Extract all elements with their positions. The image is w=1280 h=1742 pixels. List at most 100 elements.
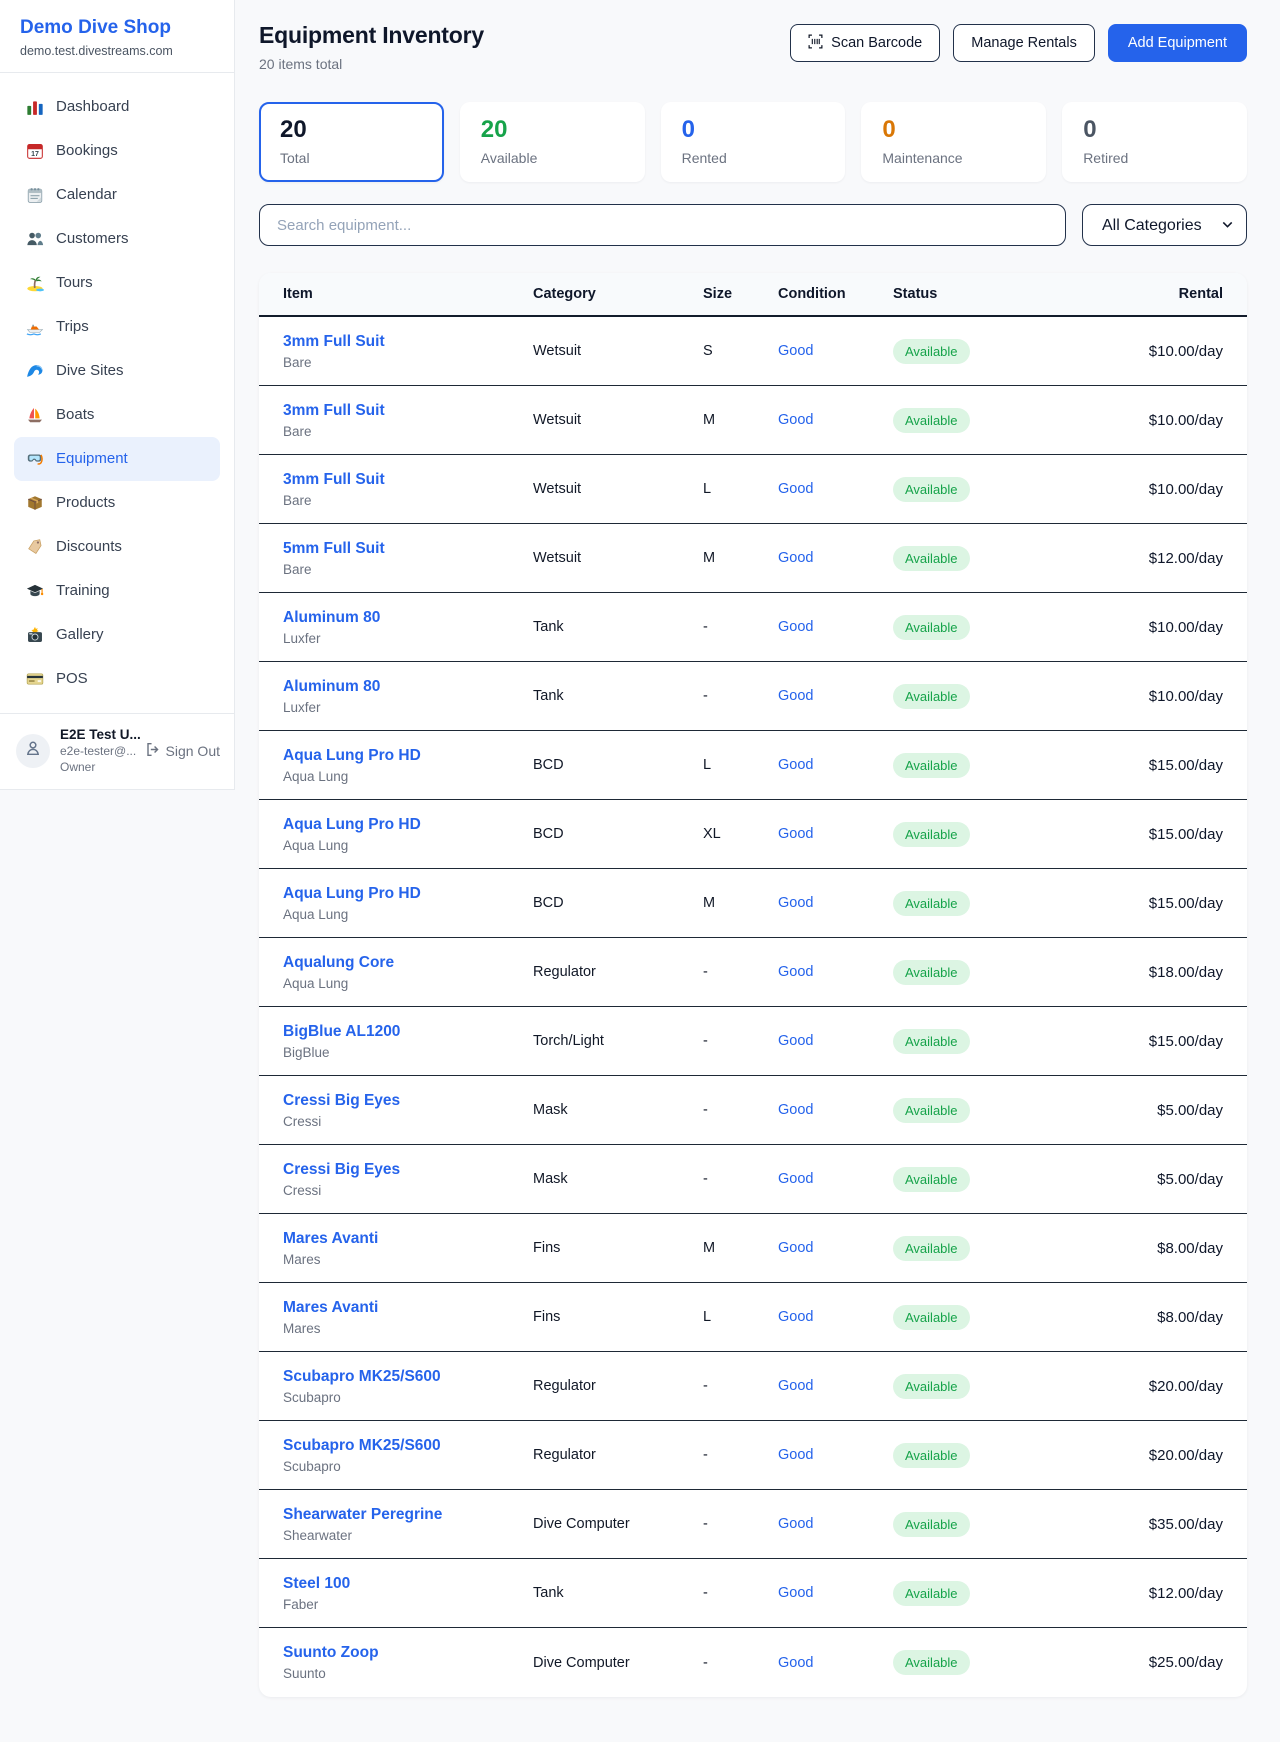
item-condition-link[interactable]: Good	[778, 343, 893, 359]
table-row[interactable]: Cressi Big Eyes Cressi Mask - Good Avail…	[259, 1076, 1247, 1145]
item-name-link[interactable]: Aqua Lung Pro HD	[283, 747, 533, 765]
item-condition-link[interactable]: Good	[778, 1447, 893, 1463]
item-condition-link[interactable]: Good	[778, 688, 893, 704]
item-name-link[interactable]: Aqualung Core	[283, 954, 533, 972]
item-condition-link[interactable]: Good	[778, 895, 893, 911]
table-row[interactable]: 3mm Full Suit Bare Wetsuit S Good Availa…	[259, 317, 1247, 386]
stat-card-total[interactable]: 20 Total	[259, 102, 444, 182]
sidebar-item-trips[interactable]: Trips	[14, 305, 220, 349]
item-name-link[interactable]: Mares Avanti	[283, 1230, 533, 1248]
table-row[interactable]: 3mm Full Suit Bare Wetsuit M Good Availa…	[259, 386, 1247, 455]
table-row[interactable]: Aqua Lung Pro HD Aqua Lung BCD XL Good A…	[259, 800, 1247, 869]
item-condition-link[interactable]: Good	[778, 1585, 893, 1601]
table-row[interactable]: Cressi Big Eyes Cressi Mask - Good Avail…	[259, 1145, 1247, 1214]
table-row[interactable]: Mares Avanti Mares Fins M Good Available…	[259, 1214, 1247, 1283]
sidebar-item-pos[interactable]: POS	[14, 657, 220, 701]
status-cell: Available	[893, 546, 1038, 571]
item-name-link[interactable]: Cressi Big Eyes	[283, 1161, 533, 1179]
column-header-condition: Condition	[778, 286, 893, 302]
item-category: Tank	[533, 1585, 703, 1601]
item-name-link[interactable]: Shearwater Peregrine	[283, 1506, 533, 1524]
sidebar-item-products[interactable]: Products	[14, 481, 220, 525]
brand-name[interactable]: Demo Dive Shop	[20, 17, 214, 39]
table-row[interactable]: Aluminum 80 Luxfer Tank - Good Available…	[259, 593, 1247, 662]
item-brand: Faber	[283, 1597, 533, 1612]
item-condition-link[interactable]: Good	[778, 1033, 893, 1049]
table-row[interactable]: Steel 100 Faber Tank - Good Available $1…	[259, 1559, 1247, 1628]
table-row[interactable]: 5mm Full Suit Bare Wetsuit M Good Availa…	[259, 524, 1247, 593]
table-row[interactable]: BigBlue AL1200 BigBlue Torch/Light - Goo…	[259, 1007, 1247, 1076]
sidebar-item-training[interactable]: Training	[14, 569, 220, 613]
item-condition-link[interactable]: Good	[778, 1240, 893, 1256]
sidebar-item-bookings[interactable]: 17 Bookings	[14, 129, 220, 173]
item-name-link[interactable]: 3mm Full Suit	[283, 333, 533, 351]
table-row[interactable]: Aqualung Core Aqua Lung Regulator - Good…	[259, 938, 1247, 1007]
table-body: 3mm Full Suit Bare Wetsuit S Good Availa…	[259, 317, 1247, 1697]
item-condition-link[interactable]: Good	[778, 1309, 893, 1325]
sidebar-item-discounts[interactable]: Discounts	[14, 525, 220, 569]
item-condition-link[interactable]: Good	[778, 1516, 893, 1532]
sign-out-button[interactable]: Sign Out	[145, 742, 220, 760]
item-condition-link[interactable]: Good	[778, 550, 893, 566]
sidebar-item-boats[interactable]: Boats	[14, 393, 220, 437]
item-condition-link[interactable]: Good	[778, 1655, 893, 1671]
user-role: Owner	[60, 760, 135, 774]
status-badge: Available	[893, 960, 970, 985]
item-condition-link[interactable]: Good	[778, 757, 893, 773]
item-name-link[interactable]: Aqua Lung Pro HD	[283, 885, 533, 903]
table-row[interactable]: Aqua Lung Pro HD Aqua Lung BCD L Good Av…	[259, 731, 1247, 800]
sidebar-item-tours[interactable]: Tours	[14, 261, 220, 305]
table-row[interactable]: Suunto Zoop Suunto Dive Computer - Good …	[259, 1628, 1247, 1697]
item-name-link[interactable]: Cressi Big Eyes	[283, 1092, 533, 1110]
item-condition-link[interactable]: Good	[778, 826, 893, 842]
item-brand: Aqua Lung	[283, 838, 533, 853]
item-name-link[interactable]: Steel 100	[283, 1575, 533, 1593]
table-row[interactable]: Aluminum 80 Luxfer Tank - Good Available…	[259, 662, 1247, 731]
item-condition-link[interactable]: Good	[778, 481, 893, 497]
stat-value: 0	[882, 116, 1025, 144]
scan-barcode-button[interactable]: Scan Barcode	[790, 24, 940, 62]
table-row[interactable]: Shearwater Peregrine Shearwater Dive Com…	[259, 1490, 1247, 1559]
category-select[interactable]: All Categories	[1082, 204, 1247, 246]
item-name-link[interactable]: Mares Avanti	[283, 1299, 533, 1317]
sidebar-item-gallery[interactable]: Gallery	[14, 613, 220, 657]
table-row[interactable]: Aqua Lung Pro HD Aqua Lung BCD M Good Av…	[259, 869, 1247, 938]
speedboat-icon	[26, 318, 44, 336]
item-condition-link[interactable]: Good	[778, 964, 893, 980]
stat-card-maintenance[interactable]: 0 Maintenance	[861, 102, 1046, 182]
item-name-link[interactable]: Scubapro MK25/S600	[283, 1368, 533, 1386]
sidebar-item-calendar[interactable]: Calendar	[14, 173, 220, 217]
item-name-link[interactable]: Aluminum 80	[283, 609, 533, 627]
item-condition-link[interactable]: Good	[778, 1102, 893, 1118]
item-size: -	[703, 688, 778, 704]
add-equipment-button[interactable]: Add Equipment	[1108, 24, 1247, 62]
sidebar-item-equipment[interactable]: Equipment	[14, 437, 220, 481]
item-name-link[interactable]: Aqua Lung Pro HD	[283, 816, 533, 834]
table-row[interactable]: Mares Avanti Mares Fins L Good Available…	[259, 1283, 1247, 1352]
item-condition-link[interactable]: Good	[778, 1171, 893, 1187]
item-name-link[interactable]: Suunto Zoop	[283, 1644, 533, 1662]
sidebar-item-dive-sites[interactable]: Dive Sites	[14, 349, 220, 393]
search-input[interactable]	[259, 204, 1066, 246]
item-name-link[interactable]: 5mm Full Suit	[283, 540, 533, 558]
item-condition-link[interactable]: Good	[778, 619, 893, 635]
item-name-link[interactable]: BigBlue AL1200	[283, 1023, 533, 1041]
stat-card-available[interactable]: 20 Available	[460, 102, 645, 182]
item-condition-link[interactable]: Good	[778, 412, 893, 428]
sidebar-item-customers[interactable]: Customers	[14, 217, 220, 261]
item-rental-price: $15.00/day	[1038, 826, 1223, 843]
item-name-link[interactable]: 3mm Full Suit	[283, 402, 533, 420]
item-condition-link[interactable]: Good	[778, 1378, 893, 1394]
table-row[interactable]: Scubapro MK25/S600 Scubapro Regulator - …	[259, 1421, 1247, 1490]
stat-card-retired[interactable]: 0 Retired	[1062, 102, 1247, 182]
item-name-link[interactable]: Scubapro MK25/S600	[283, 1437, 533, 1455]
sidebar-item-dashboard[interactable]: Dashboard	[14, 85, 220, 129]
item-name-link[interactable]: 3mm Full Suit	[283, 471, 533, 489]
item-name-link[interactable]: Aluminum 80	[283, 678, 533, 696]
table-row[interactable]: Scubapro MK25/S600 Scubapro Regulator - …	[259, 1352, 1247, 1421]
item-category: Torch/Light	[533, 1033, 703, 1049]
table-row[interactable]: 3mm Full Suit Bare Wetsuit L Good Availa…	[259, 455, 1247, 524]
stat-card-rented[interactable]: 0 Rented	[661, 102, 846, 182]
item-size: -	[703, 1655, 778, 1671]
manage-rentals-button[interactable]: Manage Rentals	[953, 24, 1095, 62]
